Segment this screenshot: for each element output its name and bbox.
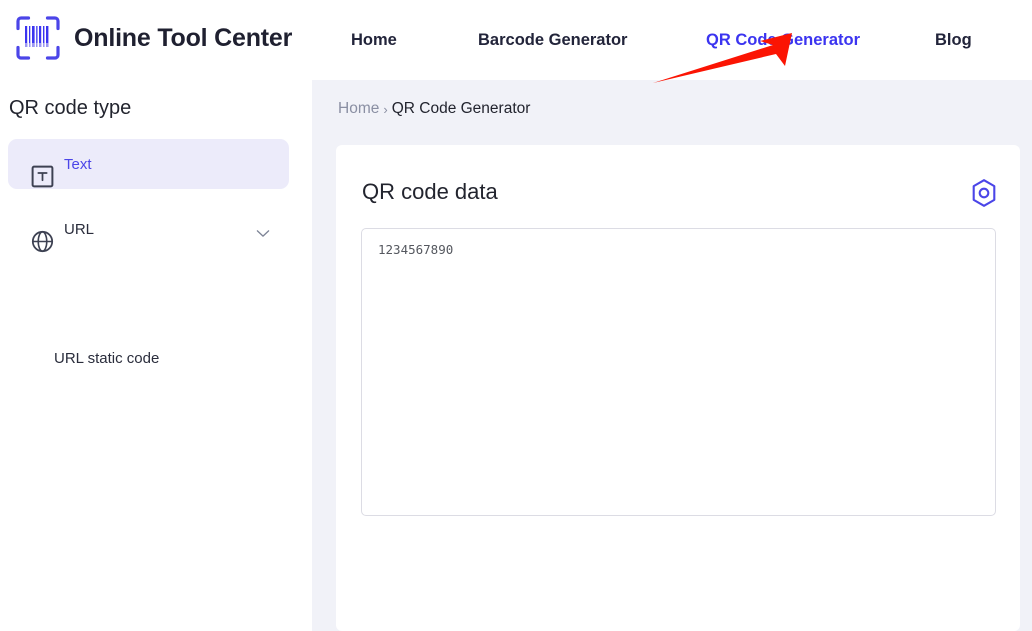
sidebar-item-text[interactable]: Text bbox=[8, 139, 289, 189]
nav-item-barcode-generator[interactable]: Barcode Generator bbox=[478, 31, 627, 50]
sidebar-item-label: Text bbox=[64, 155, 92, 173]
main-navigation: Home Barcode Generator QR Code Generator… bbox=[330, 0, 1032, 80]
brand-name: Online Tool Center bbox=[74, 23, 293, 52]
sidebar-item-label: URL bbox=[64, 220, 95, 238]
breadcrumb-separator-icon: › bbox=[383, 101, 388, 117]
breadcrumb: Home › QR Code Generator bbox=[338, 100, 530, 118]
qr-code-data-input[interactable] bbox=[361, 228, 996, 516]
breadcrumb-current: QR Code Generator bbox=[391, 100, 531, 117]
sidebar: QR code type Text URL URL static code bbox=[0, 80, 312, 631]
breadcrumb-home[interactable]: Home bbox=[338, 100, 379, 118]
qr-code-data-card: QR code data bbox=[336, 145, 1020, 631]
card-title: QR code data bbox=[362, 179, 498, 204]
sidebar-subitem-url-static-code[interactable]: URL static code bbox=[54, 350, 159, 367]
nav-item-blog[interactable]: Blog bbox=[935, 31, 972, 50]
nav-item-qr-code-generator[interactable]: QR Code Generator bbox=[706, 31, 860, 50]
page-root: Online Tool Center Home Barcode Generato… bbox=[0, 0, 1032, 631]
sidebar-title: QR code type bbox=[9, 97, 132, 119]
barcode-scanner-icon bbox=[14, 14, 62, 62]
brand-logo[interactable]: Online Tool Center bbox=[14, 14, 292, 62]
site-header: Online Tool Center Home Barcode Generato… bbox=[0, 0, 1032, 80]
nav-item-home[interactable]: Home bbox=[351, 31, 397, 50]
sidebar-item-url[interactable]: URL bbox=[8, 204, 289, 254]
